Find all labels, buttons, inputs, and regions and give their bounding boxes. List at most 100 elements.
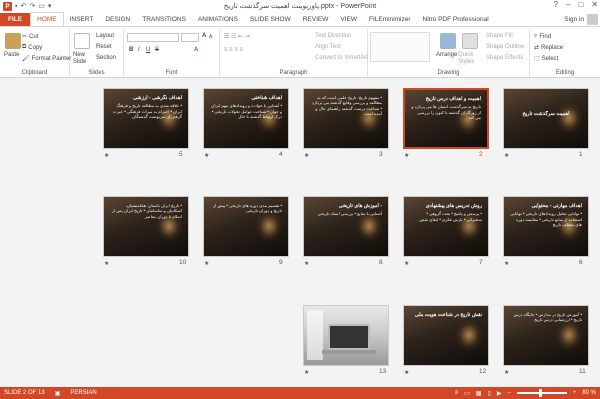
tab-file[interactable]: FILE (0, 13, 31, 26)
avatar[interactable] (587, 14, 598, 25)
shape-effects-button[interactable]: Shape Effects (486, 55, 523, 61)
align-icons[interactable]: ≡ ≡ ≡ ≡ (224, 47, 243, 53)
strikethrough-button[interactable]: S (155, 47, 159, 53)
arrange-button[interactable]: Arrange (436, 52, 457, 58)
zoom-in-button[interactable]: + (573, 390, 577, 396)
slide-thumbnail-11[interactable]: • آموزش تاریخ در مدارس • جایگاه درس تاری… (503, 305, 589, 366)
find-button[interactable]: ⌕ Find (534, 33, 551, 40)
transition-star-icon[interactable]: ★ (404, 260, 409, 267)
slide-thumbnail-13[interactable] (303, 305, 389, 366)
shapes-gallery[interactable] (370, 32, 430, 62)
transition-star-icon[interactable]: ★ (204, 260, 209, 267)
text-direction-button[interactable]: Text Direction (315, 33, 351, 39)
reset-button[interactable]: Reset (96, 44, 112, 50)
help-button[interactable]: ? (554, 0, 558, 9)
tab-nitro-pdf[interactable]: Nitro PDF Professional (417, 13, 495, 26)
zoom-level[interactable]: 80 % (582, 390, 596, 396)
font-color-button[interactable]: A (194, 47, 198, 53)
reading-view-icon[interactable]: ▯ (488, 390, 491, 397)
select-button[interactable]: ⬚ Select (534, 55, 558, 63)
slide-text: - آموزش های تاریخی آشنایی با منابع • بررس… (310, 203, 382, 217)
notes-icon[interactable]: ≡ (455, 390, 459, 396)
tab-animations[interactable]: ANIMATIONS (192, 13, 244, 26)
transition-star-icon[interactable]: ★ (104, 260, 109, 267)
group-clipboard: Paste ✂ Cut ⧉ Copy 🖌 Format Painter Clipboa… (0, 29, 71, 77)
transition-star-icon[interactable]: ★ (304, 260, 309, 267)
paste-icon[interactable] (5, 33, 21, 49)
tab-design[interactable]: DESIGN (99, 13, 136, 26)
slide-thumbnail-3[interactable]: • مفهوم تاریخ: تاریخ علمی است که به مطال… (303, 88, 389, 149)
maximize-button[interactable]: □ (578, 0, 583, 9)
tab-insert[interactable]: INSERT (64, 13, 100, 26)
slide-thumbnail-10[interactable]: • تاریخ ایران باستان: هخامنشیان، اشکانیا… (103, 196, 189, 257)
slide-thumbnail-1[interactable]: اهمیت سرگذشت تاریخ (503, 88, 589, 149)
layout-button[interactable]: Layout (96, 33, 114, 39)
bullets-icon[interactable]: ☰ ☷ ⇤ ⇥ (224, 33, 250, 40)
slide-thumbnail-2[interactable]: اهمیت و اهداف درس تاریخ تاریخ به سرگذشت ا… (403, 88, 489, 149)
quick-styles-icon[interactable] (462, 33, 478, 49)
minimize-button[interactable]: – (566, 0, 570, 9)
find-label: Find (539, 33, 552, 40)
underline-button[interactable]: U (146, 47, 150, 53)
cut-button[interactable]: ✂ Cut (22, 33, 38, 41)
shrink-font-button[interactable]: A (209, 34, 212, 40)
font-size-select[interactable] (181, 33, 199, 42)
slide-number: 13 (379, 368, 387, 375)
bold-button[interactable]: B (129, 47, 133, 53)
slide-title: نقش تاریخ در شناخت هویت ملی (414, 312, 482, 318)
tab-review[interactable]: REVIEW (297, 13, 335, 26)
slide-thumbnail-12[interactable]: نقش تاریخ در شناخت هویت ملی (403, 305, 489, 366)
transition-star-icon[interactable]: ★ (304, 152, 309, 159)
format-painter-button[interactable]: 🖌 Format Painter (22, 55, 71, 63)
close-button[interactable]: ✕ (591, 0, 598, 9)
slideshow-view-icon[interactable]: ▶ (497, 390, 502, 397)
transition-star-icon[interactable]: ★ (204, 152, 209, 159)
copy-button[interactable]: ⧉ Copy (22, 44, 42, 51)
align-text-button[interactable]: Align Text (315, 44, 341, 50)
transition-star-icon[interactable]: ★ (504, 152, 509, 159)
shape-outline-button[interactable]: Shape Outline (486, 44, 524, 50)
font-family-select[interactable] (127, 33, 179, 42)
transition-star-icon[interactable]: ★ (104, 152, 109, 159)
slide-thumbnail-5[interactable]: اهداف نگرشی - ارزشی • علاقه مندی به مطالع… (103, 88, 189, 149)
tab-home[interactable]: HOME (30, 12, 64, 26)
paste-button[interactable]: Paste (4, 52, 19, 58)
zoom-slider[interactable] (516, 389, 567, 397)
lamp-glow (556, 320, 582, 350)
slide-thumbnail-9[interactable]: • تقسیم بندی دوره های تاریخی • پیش از تا… (203, 196, 289, 257)
section-button[interactable]: Section (96, 55, 116, 61)
zoom-out-button[interactable]: – (507, 390, 510, 396)
normal-view-icon[interactable]: ▭ (464, 390, 470, 397)
language-indicator[interactable]: PERSIAN (70, 390, 96, 396)
tab-view[interactable]: VIEW (334, 13, 363, 26)
spellcheck-icon[interactable]: ▣ (55, 390, 61, 397)
tab-fileminimizer[interactable]: FILEminimizer (363, 13, 417, 26)
transition-star-icon[interactable]: ★ (404, 369, 409, 376)
tab-slide-show[interactable]: SLIDE SHOW (244, 13, 297, 26)
arrange-icon[interactable] (440, 33, 456, 49)
transition-star-icon[interactable]: ★ (504, 369, 509, 376)
transition-star-icon[interactable]: ★ (404, 152, 409, 159)
slide-body: • پرسش و پاسخ • بحث گروهی • سخنرانی • با… (419, 211, 482, 222)
laptop-image (322, 324, 376, 354)
slide-thumbnail-8[interactable]: - آموزش های تاریخی آشنایی با منابع • بررس… (303, 196, 389, 257)
italic-button[interactable]: I (138, 47, 140, 53)
new-slide-button[interactable]: New Slide (73, 52, 93, 65)
tab-transitions[interactable]: TRANSITIONS (136, 13, 192, 26)
group-font: A A B I U S A Font (124, 29, 220, 77)
convert-smartart-button[interactable]: Convert to SmartArt (315, 55, 368, 61)
shape-fill-button[interactable]: Shape Fill (486, 33, 513, 39)
transition-star-icon[interactable]: ★ (304, 369, 309, 376)
quick-styles-button[interactable]: Quick Styles (458, 52, 480, 65)
slide-thumbnail-6[interactable]: اهداف مهارتی - محتوایی • توانایی تحلیل رو… (503, 196, 589, 257)
grow-font-button[interactable]: A (202, 33, 206, 39)
slide-thumbnail-7[interactable]: روش تدریس های پیشنهادی • پرسش و پاسخ • بح… (403, 196, 489, 257)
slide-sorter-icon[interactable]: ▦ (476, 390, 482, 397)
transition-star-icon[interactable]: ★ (504, 260, 509, 267)
status-bar: SLIDE 2 OF 13 ▣ PERSIAN ≡ ▭ ▦ ▯ ▶ – + 80… (0, 387, 600, 399)
new-slide-icon[interactable] (74, 33, 90, 49)
replace-button[interactable]: ⇄ Replace (534, 44, 563, 52)
slide-sorter-view: اهمیت سرگذشت تاریخ ★ 1 اهمیت و اهداف درس تا… (0, 78, 600, 387)
sign-in-link[interactable]: Sign in (564, 16, 584, 23)
slide-thumbnail-4[interactable]: اهداف شناختی • آشنایی با حوادث و رویدادها… (203, 88, 289, 149)
